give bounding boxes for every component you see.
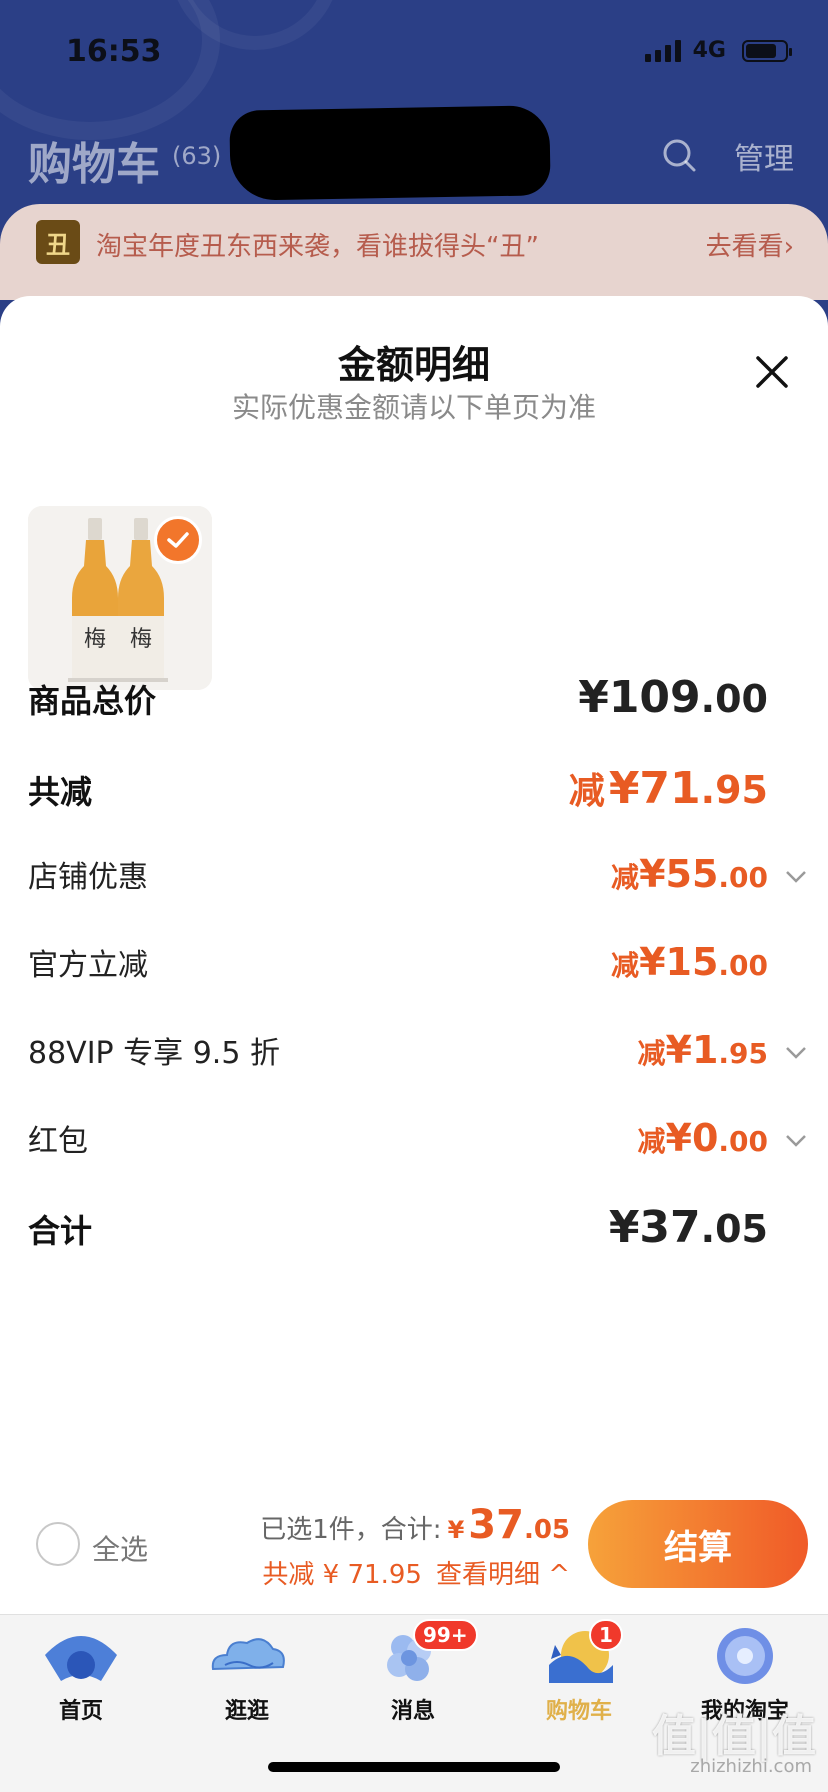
cart-count: (63) [172, 142, 222, 170]
row-value: ¥109.00 [578, 672, 768, 723]
tab-home[interactable]: 首页 [6, 1625, 156, 1725]
discount-text: 共减 ¥ 71.95 [262, 1560, 422, 1590]
select-all-label[interactable]: 全选 [92, 1528, 148, 1568]
profile-globe-icon [705, 1625, 785, 1687]
checkout-button[interactable]: 结算 [588, 1500, 808, 1588]
tab-cart[interactable]: 1 购物车 [504, 1619, 654, 1725]
total-int: 37 [468, 1502, 524, 1548]
checked-icon[interactable] [154, 516, 202, 564]
row-value: 减 ¥55.00 [611, 852, 806, 896]
row-label: 商品总价 [28, 682, 157, 720]
row-total-discount: 共减 减 ¥71.95 [28, 762, 768, 814]
select-all-checkbox[interactable] [36, 1522, 80, 1566]
sheet-title: 金额明细 [337, 343, 490, 387]
selected-count-text: 已选1件，合计: [260, 1515, 442, 1545]
row-item-total: 商品总价 ¥109.00 [28, 672, 768, 723]
row-label: 官方立减 [28, 948, 148, 983]
tab-label: 消息 [390, 1699, 435, 1724]
chevron-down-icon[interactable] [784, 1040, 808, 1064]
battery-icon [742, 39, 792, 62]
row-label: 店铺优惠 [28, 860, 148, 895]
view-details-link[interactable]: 查看明细 ^ [436, 1554, 570, 1591]
watermark-url: zhizhizhi.com [690, 1756, 812, 1777]
signal-icon [644, 39, 681, 62]
banner-link[interactable]: 去看看› [706, 226, 794, 263]
row-red-packet[interactable]: 红包 减 ¥0.00 [28, 1116, 806, 1160]
summary-total: 已选1件，合计: ¥ 37 .05 [260, 1502, 570, 1548]
summary-discount: 共减 ¥ 71.95 查看明细 ^ [262, 1554, 570, 1591]
watermark: 值|值|值 [651, 1711, 816, 1762]
tab-label: 首页 [58, 1699, 103, 1724]
checkout-bar: 全选 已选1件，合计: ¥ 37 .05 共减 ¥ 71.95 查看明细 ^ 结… [0, 1484, 828, 1614]
chevron-down-icon[interactable] [784, 864, 808, 888]
row-label: 合计 [28, 1212, 93, 1250]
total-dec: .05 [523, 1515, 570, 1545]
home-icon [41, 1625, 121, 1687]
home-indicator [268, 1762, 560, 1772]
tab-messages[interactable]: 99+ 消息 [338, 1619, 488, 1725]
row-value: 减 ¥0.00 [637, 1116, 806, 1160]
row-label: 共减 [28, 773, 93, 811]
tab-discover[interactable]: 逛逛 [172, 1625, 322, 1725]
amount-detail-sheet: 金额明细 实际优惠金额请以下单页为准 梅 梅 商品总价 ¥109 .00 共减 … [0, 296, 828, 1616]
manage-button[interactable]: 管理 [734, 134, 794, 178]
page-title: 购物车 [28, 139, 160, 190]
row-value: 减 ¥15.00 [611, 940, 768, 984]
svg-text:梅: 梅 [130, 627, 152, 652]
row-label: 88VIP 专享 9.5 折 [28, 1036, 280, 1071]
tab-label: 逛逛 [224, 1699, 269, 1724]
row-value: 减 ¥71.95 [568, 763, 768, 814]
banner-logo: 丑 [36, 220, 80, 264]
message-badge: 99+ [413, 1619, 478, 1651]
row-label: 红包 [28, 1124, 88, 1159]
status-indicators: 4G [644, 38, 792, 63]
flower-icon: 99+ [373, 1619, 478, 1687]
promo-banner[interactable]: 丑 淘宝年度丑东西来袭，看谁拔得头“丑” 去看看› [0, 204, 828, 300]
redacted-area [229, 105, 551, 201]
row-value: 减 ¥1.95 [637, 1028, 806, 1072]
network-label: 4G [692, 38, 726, 63]
row-vip-discount[interactable]: 88VIP 专享 9.5 折 减 ¥1.95 [28, 1028, 806, 1072]
close-icon[interactable] [750, 350, 794, 394]
cloud-decoration [0, 0, 220, 140]
search-icon[interactable] [662, 138, 696, 172]
cart-badge: 1 [589, 1619, 623, 1651]
chevron-down-icon[interactable] [784, 1128, 808, 1152]
status-time: 16:53 [66, 34, 162, 69]
row-value: ¥37.05 [608, 1202, 768, 1253]
sheet-subtitle: 实际优惠金额请以下单页为准 [231, 391, 596, 424]
cloud-icon [207, 1625, 287, 1687]
row-grand-total: 合计 ¥37.05 [28, 1202, 768, 1253]
banner-text: 淘宝年度丑东西来袭，看谁拔得头“丑” [96, 232, 539, 262]
tab-label: 购物车 [545, 1699, 612, 1724]
cart-icon: 1 [539, 1619, 623, 1687]
row-store-discount[interactable]: 店铺优惠 减 ¥55.00 [28, 852, 806, 896]
currency-symbol: ¥ [447, 1516, 465, 1544]
row-official-discount: 官方立减 减 ¥15.00 [28, 940, 768, 984]
svg-text:梅: 梅 [84, 627, 106, 652]
